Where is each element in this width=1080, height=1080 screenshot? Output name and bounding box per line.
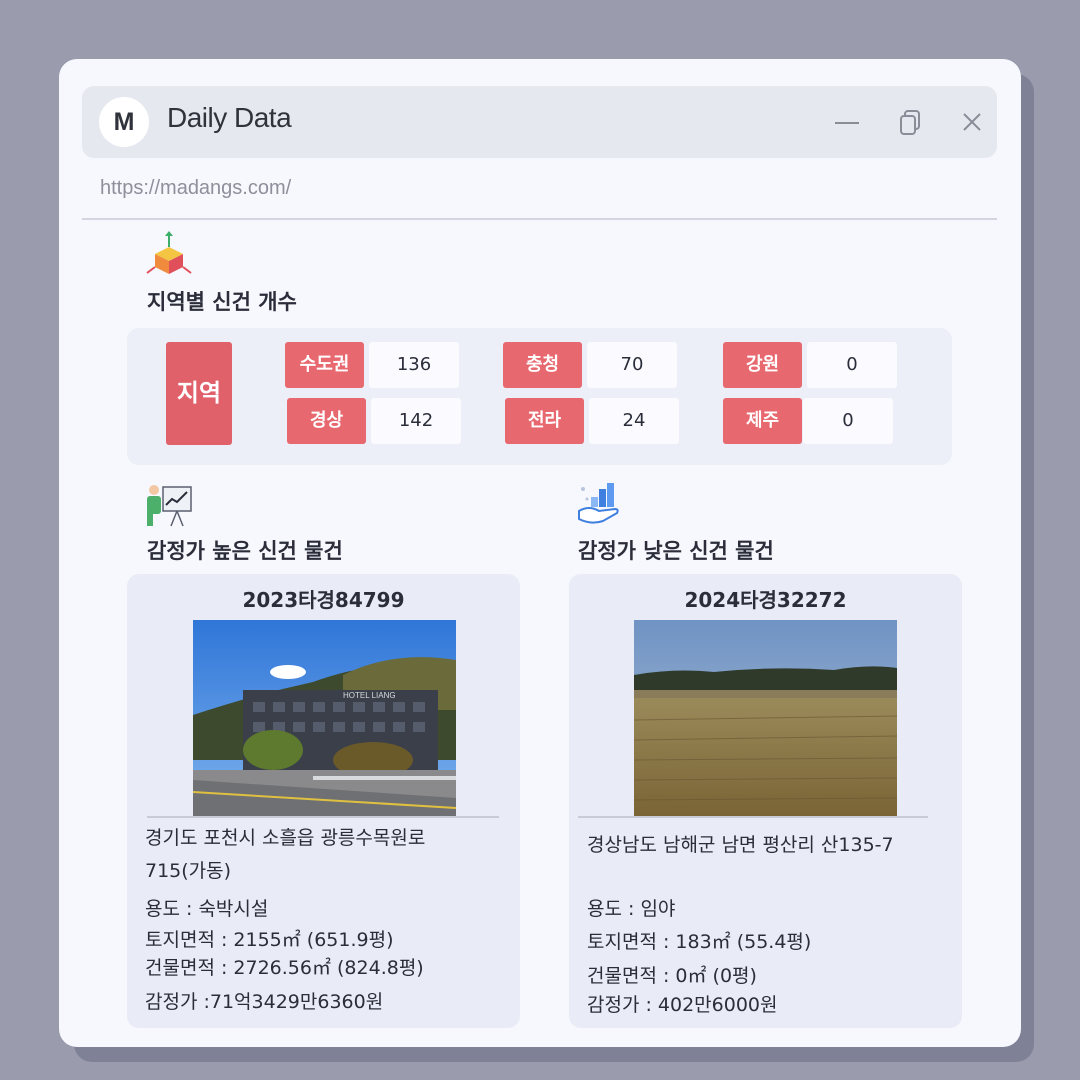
low-price: 감정가 : 402만6000원 (587, 994, 778, 1016)
region-label-gyeongsang: 경상 (287, 398, 366, 444)
low-building-area: 건물면적 : 0㎡ (0평) (587, 965, 757, 987)
close-button[interactable] (956, 106, 988, 138)
region-section-title: 지역별 신건 개수 (147, 290, 297, 314)
high-building-area: 건물면적 : 2726.56㎡ (824.8평) (145, 957, 424, 979)
region-label-sudogwon: 수도권 (285, 342, 364, 388)
close-icon (963, 113, 981, 131)
region-main-label: 지역 (166, 342, 232, 445)
region-count-gyeongsang: 142 (371, 398, 461, 444)
forest-field-image (634, 620, 897, 816)
high-property-photo[interactable]: HOTEL LIANG (193, 620, 456, 816)
high-property-card[interactable]: 2023타경84799 HOTEL LIANG 경기도 포천시 소흘읍 광릉수목… (127, 574, 520, 1028)
high-price: 감정가 :71억3429만6360원 (145, 991, 384, 1013)
high-case-number[interactable]: 2023타경84799 (127, 584, 520, 613)
restore-button[interactable] (895, 106, 927, 138)
high-section-title: 감정가 높은 신건 물건 (147, 539, 343, 563)
region-panel: 지역 수도권 136 경상 142 충청 70 전라 24 강원 0 제주 0 (127, 328, 952, 465)
url-divider (82, 218, 997, 220)
low-address-line1: 경상남도 남해군 남면 평산리 산135-7 (587, 834, 894, 856)
high-address-line1: 경기도 포천시 소흘읍 광릉수목원로 (145, 827, 426, 849)
restore-icon (900, 110, 920, 135)
low-property-photo[interactable] (634, 620, 897, 816)
region-count-gangwon: 0 (807, 342, 897, 388)
region-label-jeju: 제주 (723, 398, 802, 444)
minimize-icon (835, 122, 859, 124)
app-logo: M (99, 97, 149, 147)
region-count-jeolla: 24 (589, 398, 679, 444)
url-bar[interactable]: https://madangs.com/ (100, 177, 291, 200)
3d-axis-cube-icon (146, 231, 192, 274)
minimize-button[interactable] (831, 106, 863, 138)
region-label-jeolla: 전라 (505, 398, 584, 444)
app-title: Daily Data (167, 102, 292, 133)
presentation-chart-icon (147, 485, 192, 527)
low-card-divider (578, 816, 928, 818)
low-case-number[interactable]: 2024타경32272 (569, 584, 962, 613)
hand-bar-chart-icon (578, 483, 619, 524)
high-address-line2: 715(가동) (145, 860, 232, 882)
hotel-building-image: HOTEL LIANG (193, 620, 456, 816)
low-usage: 용도 : 임야 (587, 898, 676, 920)
title-bar[interactable]: M Daily Data (82, 86, 997, 158)
region-count-sudogwon: 136 (369, 342, 459, 388)
region-label-gangwon: 강원 (723, 342, 802, 388)
low-land-area: 토지면적 : 183㎡ (55.4평) (587, 931, 812, 953)
high-land-area: 토지면적 : 2155㎡ (651.9평) (145, 929, 394, 951)
high-usage: 용도 : 숙박시설 (145, 898, 269, 920)
hotel-sign-text: HOTEL LIANG (343, 691, 396, 700)
app-window: M Daily Data https://madangs.com/ 지역별 신건… (59, 59, 1021, 1047)
low-section-title: 감정가 낮은 신건 물건 (578, 539, 774, 563)
region-label-chungcheong: 충청 (503, 342, 582, 388)
region-count-jeju: 0 (803, 398, 893, 444)
low-property-card[interactable]: 2024타경32272 경상남도 남해군 남면 평산리 산135-7 용도: … (569, 574, 962, 1028)
high-card-divider (147, 816, 499, 818)
region-count-chungcheong: 70 (587, 342, 677, 388)
